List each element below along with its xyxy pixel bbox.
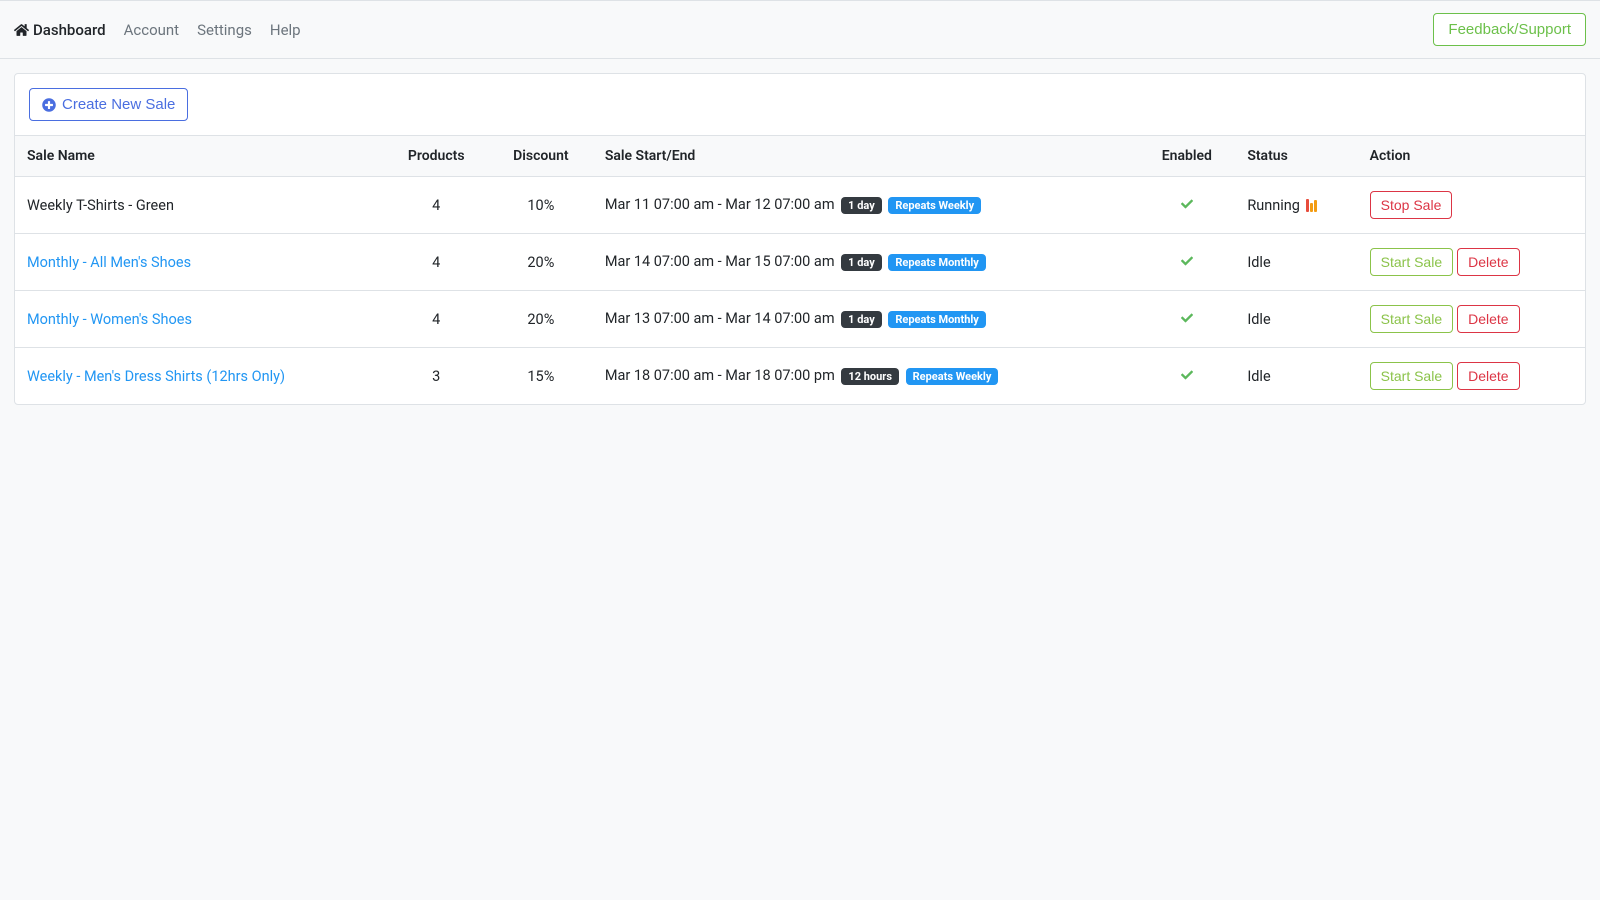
start-sale-button[interactable]: Start Sale: [1370, 362, 1453, 390]
topbar: Dashboard Account Settings Help Feedback…: [0, 0, 1600, 59]
status-text: Running: [1247, 197, 1300, 214]
cell-products: 3: [384, 348, 489, 405]
check-icon: [1179, 311, 1195, 323]
cell-discount: 15%: [489, 348, 593, 405]
cell-action: Start SaleDelete: [1358, 291, 1585, 348]
status-text: Idle: [1247, 368, 1270, 385]
sale-link[interactable]: Monthly - All Men's Shoes: [27, 254, 191, 271]
duration-badge: 1 day: [841, 311, 882, 328]
cell-enabled: [1138, 348, 1235, 405]
cell-start-end: Mar 11 07:00 am - Mar 12 07:00 am 1 day …: [593, 177, 1139, 234]
nav-help[interactable]: Help: [270, 21, 301, 39]
table-header-row: Sale Name Products Discount Sale Start/E…: [15, 136, 1585, 177]
header-discount: Discount: [489, 136, 593, 177]
cell-products: 4: [384, 234, 489, 291]
cell-products: 4: [384, 291, 489, 348]
nav-settings[interactable]: Settings: [197, 21, 252, 39]
cell-start-end: Mar 14 07:00 am - Mar 15 07:00 am 1 day …: [593, 234, 1139, 291]
cell-discount: 20%: [489, 234, 593, 291]
cell-products: 4: [384, 177, 489, 234]
start-sale-button[interactable]: Start Sale: [1370, 305, 1453, 333]
nav: Dashboard Account Settings Help: [14, 21, 301, 39]
table-row: Monthly - All Men's Shoes420%Mar 14 07:0…: [15, 234, 1585, 291]
sale-range-text: Mar 14 07:00 am - Mar 15 07:00 am: [605, 253, 835, 270]
table-row: Monthly - Women's Shoes420%Mar 13 07:00 …: [15, 291, 1585, 348]
table-row: Weekly T-Shirts - Green410%Mar 11 07:00 …: [15, 177, 1585, 234]
create-sale-button[interactable]: Create New Sale: [29, 88, 188, 121]
header-start-end: Sale Start/End: [593, 136, 1139, 177]
repeat-badge: Repeats Monthly: [888, 254, 985, 271]
header-sale-name: Sale Name: [15, 136, 384, 177]
sales-panel: Create New Sale Sale Name Products Disco…: [14, 73, 1586, 405]
sale-link[interactable]: Weekly - Men's Dress Shirts (12hrs Only): [27, 368, 285, 385]
status-text: Idle: [1247, 254, 1270, 271]
sale-name-text: Weekly T-Shirts - Green: [27, 197, 174, 214]
check-icon: [1179, 254, 1195, 266]
cell-status: Idle: [1235, 348, 1357, 405]
cell-discount: 20%: [489, 291, 593, 348]
cell-status: Idle: [1235, 234, 1357, 291]
cell-action: Stop Sale: [1358, 177, 1585, 234]
sales-table: Sale Name Products Discount Sale Start/E…: [15, 135, 1585, 404]
cell-sale-name: Monthly - All Men's Shoes: [15, 234, 384, 291]
cell-start-end: Mar 18 07:00 am - Mar 18 07:00 pm 12 hou…: [593, 348, 1139, 405]
cell-sale-name: Weekly - Men's Dress Shirts (12hrs Only): [15, 348, 384, 405]
repeat-badge: Repeats Monthly: [888, 311, 985, 328]
cell-status: Idle: [1235, 291, 1357, 348]
create-sale-label: Create New Sale: [62, 96, 175, 113]
sale-range-text: Mar 18 07:00 am - Mar 18 07:00 pm: [605, 367, 835, 384]
delete-button[interactable]: Delete: [1457, 248, 1519, 276]
sale-range-text: Mar 13 07:00 am - Mar 14 07:00 am: [605, 310, 835, 327]
header-enabled: Enabled: [1138, 136, 1235, 177]
repeat-badge: Repeats Weekly: [906, 368, 999, 385]
start-sale-button[interactable]: Start Sale: [1370, 248, 1453, 276]
status-text: Idle: [1247, 311, 1270, 328]
cell-enabled: [1138, 177, 1235, 234]
cell-start-end: Mar 13 07:00 am - Mar 14 07:00 am 1 day …: [593, 291, 1139, 348]
repeat-badge: Repeats Weekly: [888, 197, 981, 214]
home-icon: [14, 23, 29, 37]
cell-sale-name: Monthly - Women's Shoes: [15, 291, 384, 348]
panel-top: Create New Sale: [15, 74, 1585, 135]
delete-button[interactable]: Delete: [1457, 305, 1519, 333]
delete-button[interactable]: Delete: [1457, 362, 1519, 390]
cell-status: Running: [1235, 177, 1357, 234]
header-status: Status: [1235, 136, 1357, 177]
stop-sale-button[interactable]: Stop Sale: [1370, 191, 1453, 219]
sale-link[interactable]: Monthly - Women's Shoes: [27, 311, 192, 328]
nav-dashboard[interactable]: Dashboard: [14, 21, 106, 39]
cell-action: Start SaleDelete: [1358, 348, 1585, 405]
header-products: Products: [384, 136, 489, 177]
cell-action: Start SaleDelete: [1358, 234, 1585, 291]
feedback-button[interactable]: Feedback/Support: [1433, 13, 1586, 46]
table-row: Weekly - Men's Dress Shirts (12hrs Only)…: [15, 348, 1585, 405]
nav-dashboard-label: Dashboard: [33, 21, 106, 39]
duration-badge: 1 day: [841, 197, 882, 214]
duration-badge: 12 hours: [841, 368, 899, 385]
duration-badge: 1 day: [841, 254, 882, 271]
main: Create New Sale Sale Name Products Disco…: [0, 59, 1600, 419]
cell-enabled: [1138, 234, 1235, 291]
header-action: Action: [1358, 136, 1585, 177]
cell-sale-name: Weekly T-Shirts - Green: [15, 177, 384, 234]
sale-range-text: Mar 11 07:00 am - Mar 12 07:00 am: [605, 196, 835, 213]
check-icon: [1179, 197, 1195, 209]
nav-account[interactable]: Account: [124, 21, 180, 39]
cell-discount: 10%: [489, 177, 593, 234]
running-bars-icon: [1306, 198, 1317, 212]
plus-circle-icon: [42, 98, 56, 112]
cell-enabled: [1138, 291, 1235, 348]
check-icon: [1179, 368, 1195, 380]
